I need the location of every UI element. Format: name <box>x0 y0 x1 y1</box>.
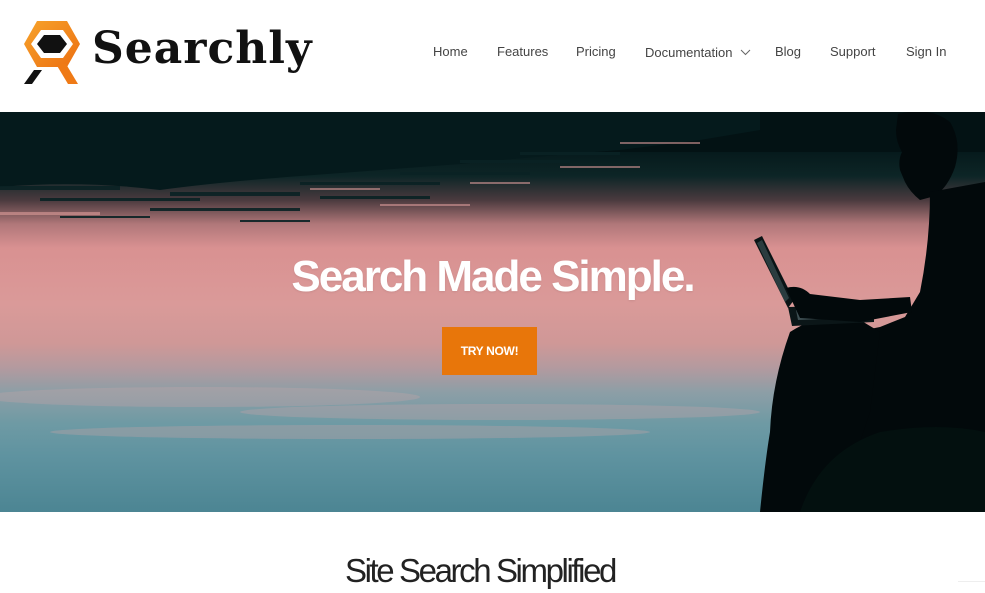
hero-title: Search Made Simple. <box>291 252 695 301</box>
divider <box>958 581 985 582</box>
nav-documentation[interactable]: Documentation <box>645 42 751 63</box>
nav-support[interactable]: Support <box>830 42 876 62</box>
nav-pricing[interactable]: Pricing <box>576 42 616 62</box>
nav-blog[interactable]: Blog <box>775 42 801 62</box>
person-laptop-silhouette <box>754 112 985 512</box>
chevron-down-icon <box>740 42 751 62</box>
nav-features[interactable]: Features <box>497 42 548 62</box>
main-nav: Home Features Pricing Documentation Blog… <box>0 42 985 62</box>
nav-documentation-label: Documentation <box>645 45 733 60</box>
hero-banner: Search Made Simple. TRY NOW! <box>0 112 985 512</box>
site-header: Searchly Home Features Pricing Documenta… <box>0 0 985 112</box>
try-now-button[interactable]: TRY NOW! <box>442 327 537 375</box>
section-title: Site Search Simplified <box>344 552 617 589</box>
nav-home[interactable]: Home <box>433 42 468 62</box>
nav-sign-in[interactable]: Sign In <box>906 42 946 62</box>
